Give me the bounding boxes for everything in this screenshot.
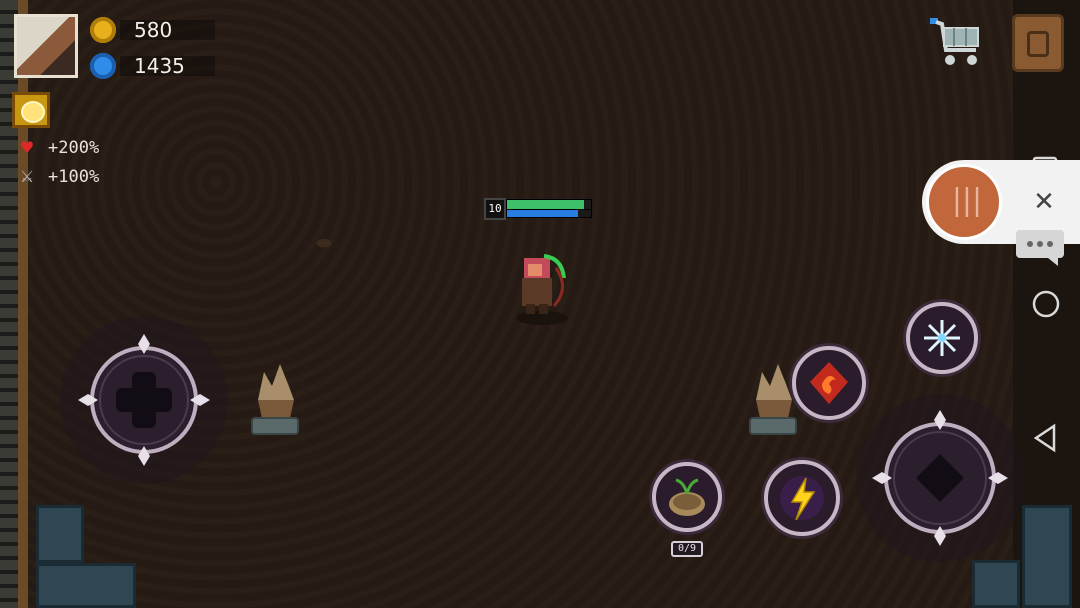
attack-dpad-icon xyxy=(872,410,1008,546)
seed-counter: 0/9 xyxy=(671,541,703,557)
freeze-skill-button[interactable] xyxy=(906,302,978,374)
shopping-cart-icon xyxy=(930,18,979,65)
blue-gem-icon xyxy=(90,53,116,79)
stone-floor-tile xyxy=(36,505,84,563)
home-button[interactable] xyxy=(1030,288,1062,320)
stone-floor-tile xyxy=(972,560,1020,608)
hp-bonus-row: ♥ +200% xyxy=(16,138,99,158)
movement-joystick[interactable] xyxy=(60,316,228,484)
seed-pot-icon xyxy=(669,478,705,516)
chat-bubble-icon[interactable] xyxy=(1014,228,1066,268)
gold-coin-icon xyxy=(90,17,116,43)
player-avatar[interactable] xyxy=(14,14,78,78)
hp-bonus-value: +200% xyxy=(48,138,100,158)
seed-skill-button[interactable] xyxy=(652,462,722,532)
player-character xyxy=(514,248,574,326)
crystal-pillar xyxy=(748,360,798,436)
crystal-pillar xyxy=(250,360,300,436)
player-level-badge: 10 xyxy=(484,198,506,220)
lightning-icon xyxy=(780,476,824,521)
heart-buff-icon: ♥ xyxy=(19,138,35,157)
player-mp-fill xyxy=(507,210,579,217)
gem-value: 1435 xyxy=(134,54,185,78)
backpack-button[interactable] xyxy=(1012,14,1064,72)
back-button[interactable] xyxy=(1030,422,1062,454)
fire-rune-icon xyxy=(810,362,848,404)
player-hp-fill xyxy=(507,200,585,209)
snowflake-icon xyxy=(924,320,960,356)
sword-buff-icon: ⚔ xyxy=(19,167,35,186)
dpad-icon xyxy=(78,334,210,466)
overlay-avatar[interactable]: ||| xyxy=(926,164,1002,240)
attack-bonus-row: ⚔ +100% xyxy=(16,167,99,187)
home-circle-icon xyxy=(1032,290,1060,318)
lightning-skill-button[interactable] xyxy=(764,460,840,536)
stone-floor-tile xyxy=(1022,505,1072,608)
game-floor: 580 1435 ♥ +200% ⚔ +100% ||| ✕ 10 0/9 xyxy=(0,0,1080,608)
active-buff-icon[interactable] xyxy=(12,92,50,128)
shop-button[interactable] xyxy=(928,14,986,70)
back-triangle-icon xyxy=(1033,423,1056,453)
gold-value: 580 xyxy=(134,18,173,42)
gold-counter: 580 xyxy=(90,17,215,43)
overlay-logo-watermark: ||| xyxy=(951,183,983,218)
gem-counter: 1435 xyxy=(90,53,215,79)
player-mp-bar xyxy=(506,209,592,218)
stone-floor-tile xyxy=(36,563,136,608)
attack-joystick[interactable] xyxy=(856,394,1024,562)
attack-bonus-value: +100% xyxy=(48,167,100,187)
close-icon[interactable]: ✕ xyxy=(1026,184,1062,220)
fire-skill-button[interactable] xyxy=(792,346,866,420)
